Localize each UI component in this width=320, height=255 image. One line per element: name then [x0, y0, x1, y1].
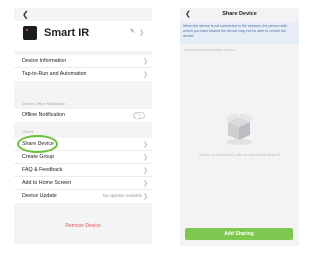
notice-line: device.	[183, 34, 195, 38]
device-header: Smart IR ✎ ❯	[14, 21, 152, 51]
chevron-right-icon: ❯	[142, 59, 148, 65]
offline-notification-group: Offline Notification	[14, 109, 152, 122]
device-update-row[interactable]: Device Update No updates available ❯	[14, 190, 152, 203]
screenshot-root: ❮ Smart IR ✎ ❯ Device Information ❯ Tap-…	[0, 0, 311, 255]
device-thumbnail	[23, 26, 37, 40]
share-device-screen: ❮ Share Device When the device is not co…	[180, 8, 299, 246]
nav-bar: ❮ Share Device	[180, 8, 299, 22]
tap-to-run-row[interactable]: Tap-to-Run and Automation ❯	[14, 68, 152, 81]
device-information-row[interactable]: Device Information ❯	[14, 55, 152, 68]
chevron-right-icon: ❯	[142, 142, 148, 148]
shared-hint: Share Devices has been shared	[184, 48, 236, 52]
chevron-right-icon: ❯	[142, 155, 148, 161]
row-label: Offline Notification	[22, 112, 65, 118]
device-settings-screen: ❮ Smart IR ✎ ❯ Device Information ❯ Tap-…	[14, 8, 152, 244]
create-group-row[interactable]: Create Group ❯	[14, 151, 152, 164]
share-device-row[interactable]: Share Device ❯	[14, 135, 152, 153]
row-label: Device Update	[22, 193, 57, 199]
pencil-icon[interactable]: ✎	[130, 28, 135, 35]
row-label: Add to Home Screen	[22, 180, 72, 186]
row-label: Tap-to-Run and Automation	[22, 71, 87, 77]
row-label: Create Group	[22, 154, 55, 160]
row-label: FAQ & Feedback	[22, 167, 63, 173]
settings-group-2: Share Device ❯ Create Group ❯ FAQ & Feed…	[14, 135, 152, 203]
faq-feedback-row[interactable]: FAQ & Feedback ❯	[14, 164, 152, 177]
update-status: No updates available	[102, 193, 142, 198]
chevron-right-icon: ❯	[142, 72, 148, 78]
offline-notice: When the device is not connected to the …	[180, 22, 299, 44]
row-label: Device Information	[22, 58, 67, 64]
device-name: Smart IR	[44, 27, 90, 39]
chevron-left-icon: ❮	[22, 10, 29, 19]
empty-box-icon	[225, 113, 253, 145]
chevron-right-icon: ❯	[142, 181, 148, 187]
add-sharing-button[interactable]: Add Sharing	[185, 228, 293, 240]
add-to-home-screen-row[interactable]: Add to Home Screen ❯	[14, 177, 152, 190]
empty-state-text: Device is not shared, add an account to …	[199, 153, 280, 157]
remove-device-button[interactable]: Remove Device	[14, 223, 152, 229]
offline-section-title: Device Offline Notification	[22, 102, 66, 106]
settings-group-1: Device Information ❯ Tap-to-Run and Auto…	[14, 55, 152, 81]
back-button[interactable]: ❮	[22, 10, 29, 20]
page-title: Share Device	[222, 11, 257, 17]
offline-notification-row: Offline Notification	[14, 109, 152, 122]
chevron-right-icon: ❯	[139, 30, 145, 36]
chevron-right-icon: ❯	[142, 168, 148, 174]
chevron-right-icon: ❯	[142, 194, 148, 200]
notice-line: whom you have shared the device may not …	[183, 29, 286, 33]
others-section-title: Others	[22, 130, 34, 134]
offline-notification-toggle[interactable]	[133, 112, 145, 119]
